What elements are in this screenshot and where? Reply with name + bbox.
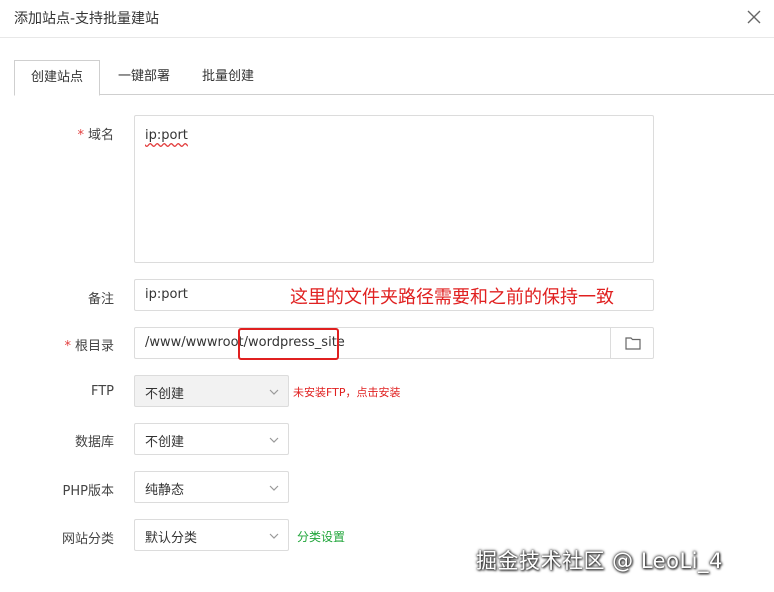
database-value: 不创建 [145, 435, 185, 450]
category-settings-link[interactable]: 分类设置 [297, 528, 345, 545]
dialog-titlebar: 添加站点-支持批量建站 [0, 0, 774, 38]
required-star: * [64, 339, 71, 354]
php-label: PHP版本 [62, 484, 114, 499]
category-value: 默认分类 [145, 531, 198, 546]
php-version-value: 纯静态 [145, 483, 185, 498]
domain-label: * 域名 [14, 124, 114, 143]
folder-icon[interactable] [610, 327, 654, 359]
close-icon[interactable] [744, 7, 764, 27]
required-star: * [77, 128, 84, 143]
php-version-select[interactable]: 纯静态 [134, 471, 289, 503]
ftp-value: 不创建 [145, 387, 185, 402]
chevron-down-icon [269, 437, 279, 443]
root-label-text: 根目录 [74, 339, 114, 354]
tab-create-site[interactable]: 创建站点 [14, 60, 100, 96]
path-highlight-box [238, 328, 339, 360]
root-label: * 根目录 [14, 335, 114, 354]
domain-textarea[interactable]: ip:port [134, 115, 654, 263]
category-select[interactable]: 默认分类 [134, 519, 289, 551]
tab-bar: 创建站点 一键部署 批量创建 [14, 60, 774, 96]
category-label: 网站分类 [61, 532, 114, 547]
annotation-text: 这里的文件夹路径需要和之前的保持一致 [290, 287, 614, 308]
chevron-down-icon [269, 533, 279, 539]
remark-label: 备注 [87, 292, 114, 307]
watermark: 掘金技术社区 @ LeoLi_4 [476, 549, 723, 573]
domain-label-text: 域名 [87, 128, 114, 143]
chevron-down-icon [269, 485, 279, 491]
ftp-select[interactable]: 不创建 [134, 375, 289, 407]
remark-value: ip:port [145, 287, 188, 302]
ftp-install-hint[interactable]: 未安装FTP，点击安装 [293, 384, 401, 400]
ftp-label: FTP [90, 384, 114, 399]
database-select[interactable]: 不创建 [134, 423, 289, 455]
chevron-down-icon [269, 389, 279, 395]
tab-batch-create[interactable]: 批量创建 [194, 60, 262, 95]
domain-value: ip:port [145, 128, 188, 143]
database-label: 数据库 [74, 435, 114, 450]
tab-one-click-deploy[interactable]: 一键部署 [110, 60, 178, 95]
dialog-title: 添加站点-支持批量建站 [14, 11, 160, 27]
root-path-input[interactable]: /www/wwwroot/wordpress_site [134, 327, 654, 359]
